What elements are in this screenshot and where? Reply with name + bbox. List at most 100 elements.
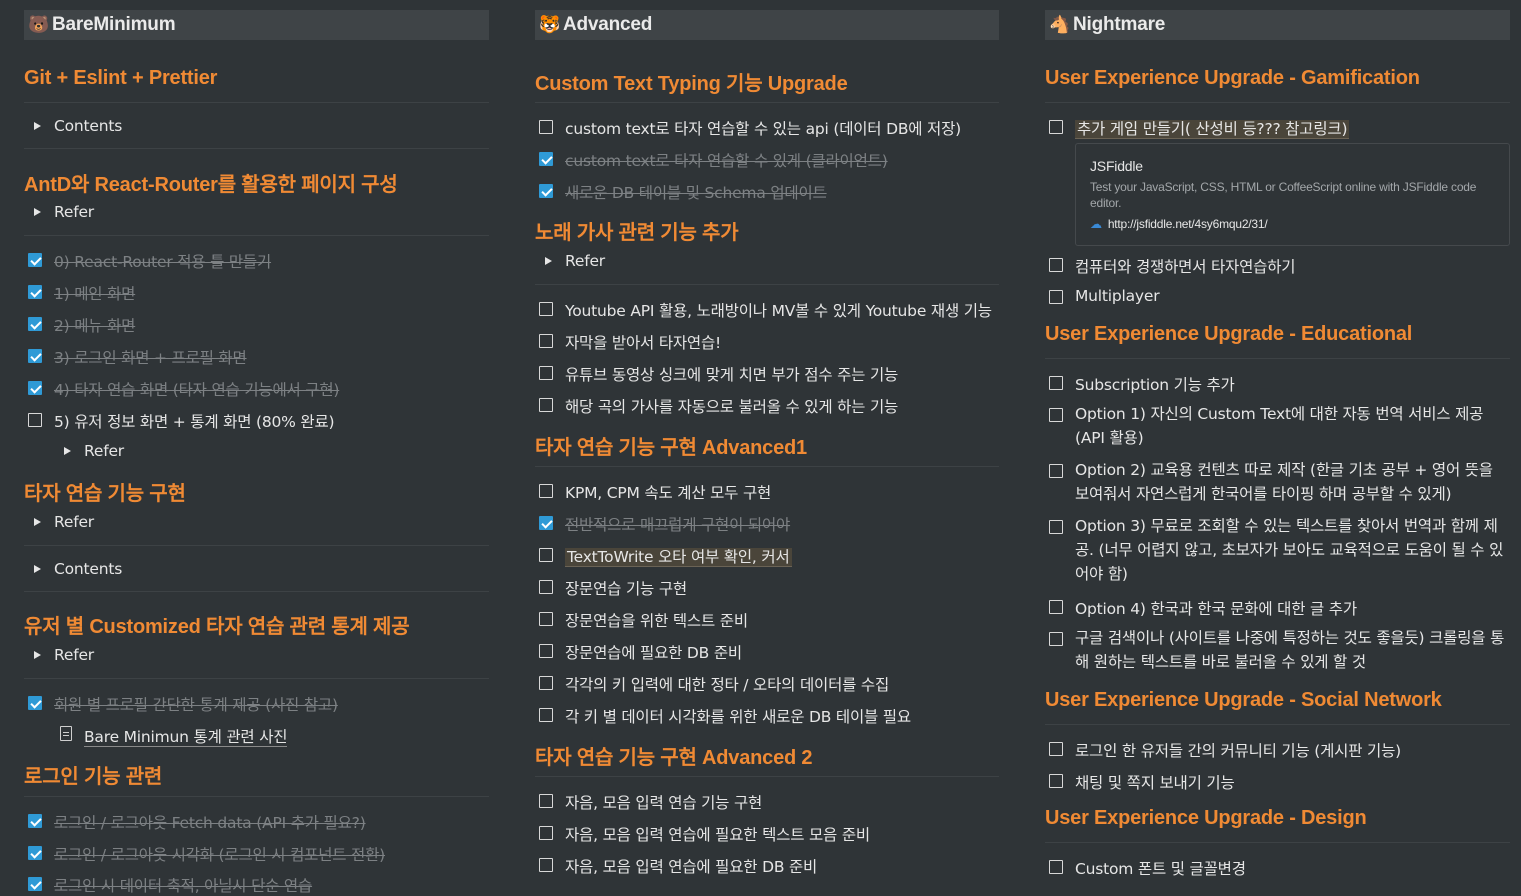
todo-item[interactable]: 자막을 받아서 타자연습! (535, 331, 999, 353)
checkbox[interactable] (539, 334, 553, 348)
triangle-right-icon[interactable] (34, 122, 41, 130)
todo-item[interactable]: 로그인 한 유저들 간의 커뮤니티 기능 (게시판 기능) (1045, 739, 1510, 761)
column-header[interactable]: 🐻 BareMinimum (24, 10, 489, 40)
todo-item[interactable]: 유튜브 동영상 싱크에 맞게 치면 부가 점수 주는 기능 (535, 363, 999, 385)
todo-item[interactable]: TextToWrite 오타 여부 확인, 커서 (535, 545, 999, 567)
triangle-right-icon[interactable] (34, 518, 41, 526)
column-header[interactable]: 🐴 Nightmare (1045, 10, 1510, 40)
todo-item[interactable]: 로그인 / 로그아웃 시각화 (로그인 시 컴포넌트 전환) (24, 843, 489, 865)
todo-item[interactable]: 회원 별 프로필 간단한 통계 제공 (사진 참고) (24, 693, 489, 715)
checkbox[interactable] (539, 484, 553, 498)
checkbox[interactable] (1049, 774, 1063, 788)
checkbox[interactable] (1049, 632, 1063, 646)
todo-item[interactable]: 4) 타자 연습 화면 (타자 연습 기능에서 구현) (24, 378, 489, 400)
todo-item[interactable]: 3) 로그인 화면 + 프로필 화면 (24, 346, 489, 368)
checkbox[interactable] (539, 644, 553, 658)
checkbox[interactable] (539, 302, 553, 316)
toggle-refer[interactable]: Refer (24, 646, 489, 664)
page-link[interactable]: Bare Minimun 통계 관련 사진 (24, 725, 489, 747)
checkbox[interactable] (539, 120, 553, 134)
todo-item[interactable]: Option 2) 교육용 컨텐츠 따로 제작 (한글 기초 공부 + 영어 뜻… (1045, 458, 1510, 506)
todo-item[interactable]: 장문연습 기능 구현 (535, 577, 999, 599)
checkbox[interactable] (539, 398, 553, 412)
checkbox[interactable] (1049, 120, 1063, 134)
checkbox[interactable] (1049, 860, 1063, 874)
checkbox[interactable] (539, 548, 553, 562)
toggle-contents[interactable]: Contents (24, 117, 489, 135)
todo-item[interactable]: 새로운 DB 테이블 및 Schema 업데이트 (535, 181, 999, 203)
column-header[interactable]: 🐯 Advanced (535, 10, 999, 40)
checkbox-checked[interactable] (28, 696, 42, 710)
todo-item[interactable]: 5) 유저 정보 화면 + 통계 화면 (80% 완료) (24, 410, 489, 432)
todo-item[interactable]: 2) 메뉴 화면 (24, 314, 489, 336)
todo-item[interactable]: custom text로 타자 연습할 수 있는 api (데이터 DB에 저장… (535, 117, 999, 139)
todo-item[interactable]: 로그인 / 로그아웃 Fetch data (API 추가 필요?) (24, 811, 489, 833)
toggle-refer[interactable]: Refer (24, 513, 489, 531)
todo-item[interactable]: 자음, 모음 입력 연습 기능 구현 (535, 791, 999, 813)
checkbox[interactable] (1049, 408, 1063, 422)
todo-item[interactable]: Option 1) 자신의 Custom Text에 대한 자동 번역 서비스 … (1045, 402, 1510, 450)
todo-item[interactable]: Custom 폰트 및 글꼴변경 (1045, 857, 1510, 879)
checkbox[interactable] (1049, 520, 1063, 534)
checkbox-checked[interactable] (28, 381, 42, 395)
checkbox-checked[interactable] (28, 877, 42, 891)
divider (1045, 724, 1510, 725)
todo-item[interactable]: custom text로 타자 연습할 수 있게 (클라이언트) (535, 149, 999, 171)
toggle-refer[interactable]: Refer (24, 203, 489, 221)
todo-item[interactable]: 컴퓨터와 경쟁하면서 타자연습하기 (1045, 255, 1510, 277)
checkbox-checked[interactable] (539, 516, 553, 530)
checkbox-checked[interactable] (28, 814, 42, 828)
checkbox[interactable] (539, 826, 553, 840)
todo-item[interactable]: 구글 검색이나 (사이트를 나중에 특정하는 것도 좋을듯) 크롤링을 통해 원… (1045, 626, 1510, 674)
bookmark-url-row[interactable]: ☁ http://jsfiddle.net/4sy6mqu2/31/ (1090, 217, 1495, 231)
checkbox[interactable] (1049, 742, 1063, 756)
checkbox[interactable] (28, 413, 42, 427)
todo-item[interactable]: 자음, 모음 입력 연습에 필요한 텍스트 모음 준비 (535, 823, 999, 845)
checkbox[interactable] (539, 794, 553, 808)
checkbox[interactable] (1049, 290, 1063, 304)
todo-item[interactable]: 0) React-Router 적용 틀 만들기 (24, 250, 489, 272)
todo-item[interactable]: 각각의 키 입력에 대한 정타 / 오타의 데이터를 수집 (535, 673, 999, 695)
todo-item[interactable]: 장문연습을 위한 텍스트 준비 (535, 609, 999, 631)
todo-item[interactable]: 각 키 별 데이터 시각화를 위한 새로운 DB 테이블 필요 (535, 705, 999, 727)
todo-item[interactable]: 전반적으로 매끄럽게 구현이 되어야 (535, 513, 999, 535)
checkbox-checked[interactable] (539, 184, 553, 198)
triangle-right-icon[interactable] (34, 651, 41, 659)
checkbox-checked[interactable] (28, 349, 42, 363)
todo-item[interactable]: 해당 곡의 가사를 자동으로 불러올 수 있게 하는 기능 (535, 395, 999, 417)
todo-item[interactable]: 채팅 및 쪽지 보내기 기능 (1045, 771, 1510, 793)
todo-item[interactable]: 자음, 모음 입력 연습에 필요한 DB 준비 (535, 855, 999, 877)
checkbox[interactable] (539, 676, 553, 690)
checkbox-checked[interactable] (28, 846, 42, 860)
checkbox[interactable] (1049, 258, 1063, 272)
checkbox[interactable] (539, 708, 553, 722)
checkbox[interactable] (1049, 600, 1063, 614)
todo-item[interactable]: KPM, CPM 속도 계산 모두 구현 (535, 481, 999, 503)
checkbox-checked[interactable] (539, 152, 553, 166)
checkbox[interactable] (539, 612, 553, 626)
todo-item[interactable]: Option 3) 무료로 조회할 수 있는 텍스트를 찾아서 번역과 함께 제… (1045, 514, 1510, 586)
triangle-right-icon[interactable] (34, 208, 41, 216)
checkbox[interactable] (539, 366, 553, 380)
checkbox-checked[interactable] (28, 285, 42, 299)
toggle-contents[interactable]: Contents (24, 560, 489, 578)
triangle-right-icon[interactable] (545, 257, 552, 265)
todo-item[interactable]: 추가 게임 만들기( 산성비 등??? 참고링크) (1045, 117, 1510, 139)
bookmark-card[interactable]: JSFiddle Test your JavaScript, CSS, HTML… (1075, 143, 1510, 246)
checkbox[interactable] (1049, 464, 1063, 478)
triangle-right-icon[interactable] (34, 565, 41, 573)
triangle-right-icon[interactable] (64, 447, 71, 455)
checkbox-checked[interactable] (28, 317, 42, 331)
toggle-refer-nested[interactable]: Refer (24, 442, 489, 460)
todo-item[interactable]: Subscription 기능 추가 (1045, 373, 1510, 395)
todo-item[interactable]: Youtube API 활용, 노래방이나 MV볼 수 있게 Youtube 재… (535, 299, 999, 321)
checkbox[interactable] (539, 580, 553, 594)
checkbox[interactable] (1049, 376, 1063, 390)
toggle-refer[interactable]: Refer (535, 252, 999, 270)
checkbox[interactable] (539, 858, 553, 872)
todo-item[interactable]: 장문연습에 필요한 DB 준비 (535, 641, 999, 663)
todo-item[interactable]: Option 4) 한국과 한국 문화에 대한 글 추가 (1045, 597, 1510, 619)
checkbox-checked[interactable] (28, 253, 42, 267)
todo-item[interactable]: Multiplayer (1045, 287, 1510, 305)
todo-item[interactable]: 1) 메인 화면 (24, 282, 489, 304)
